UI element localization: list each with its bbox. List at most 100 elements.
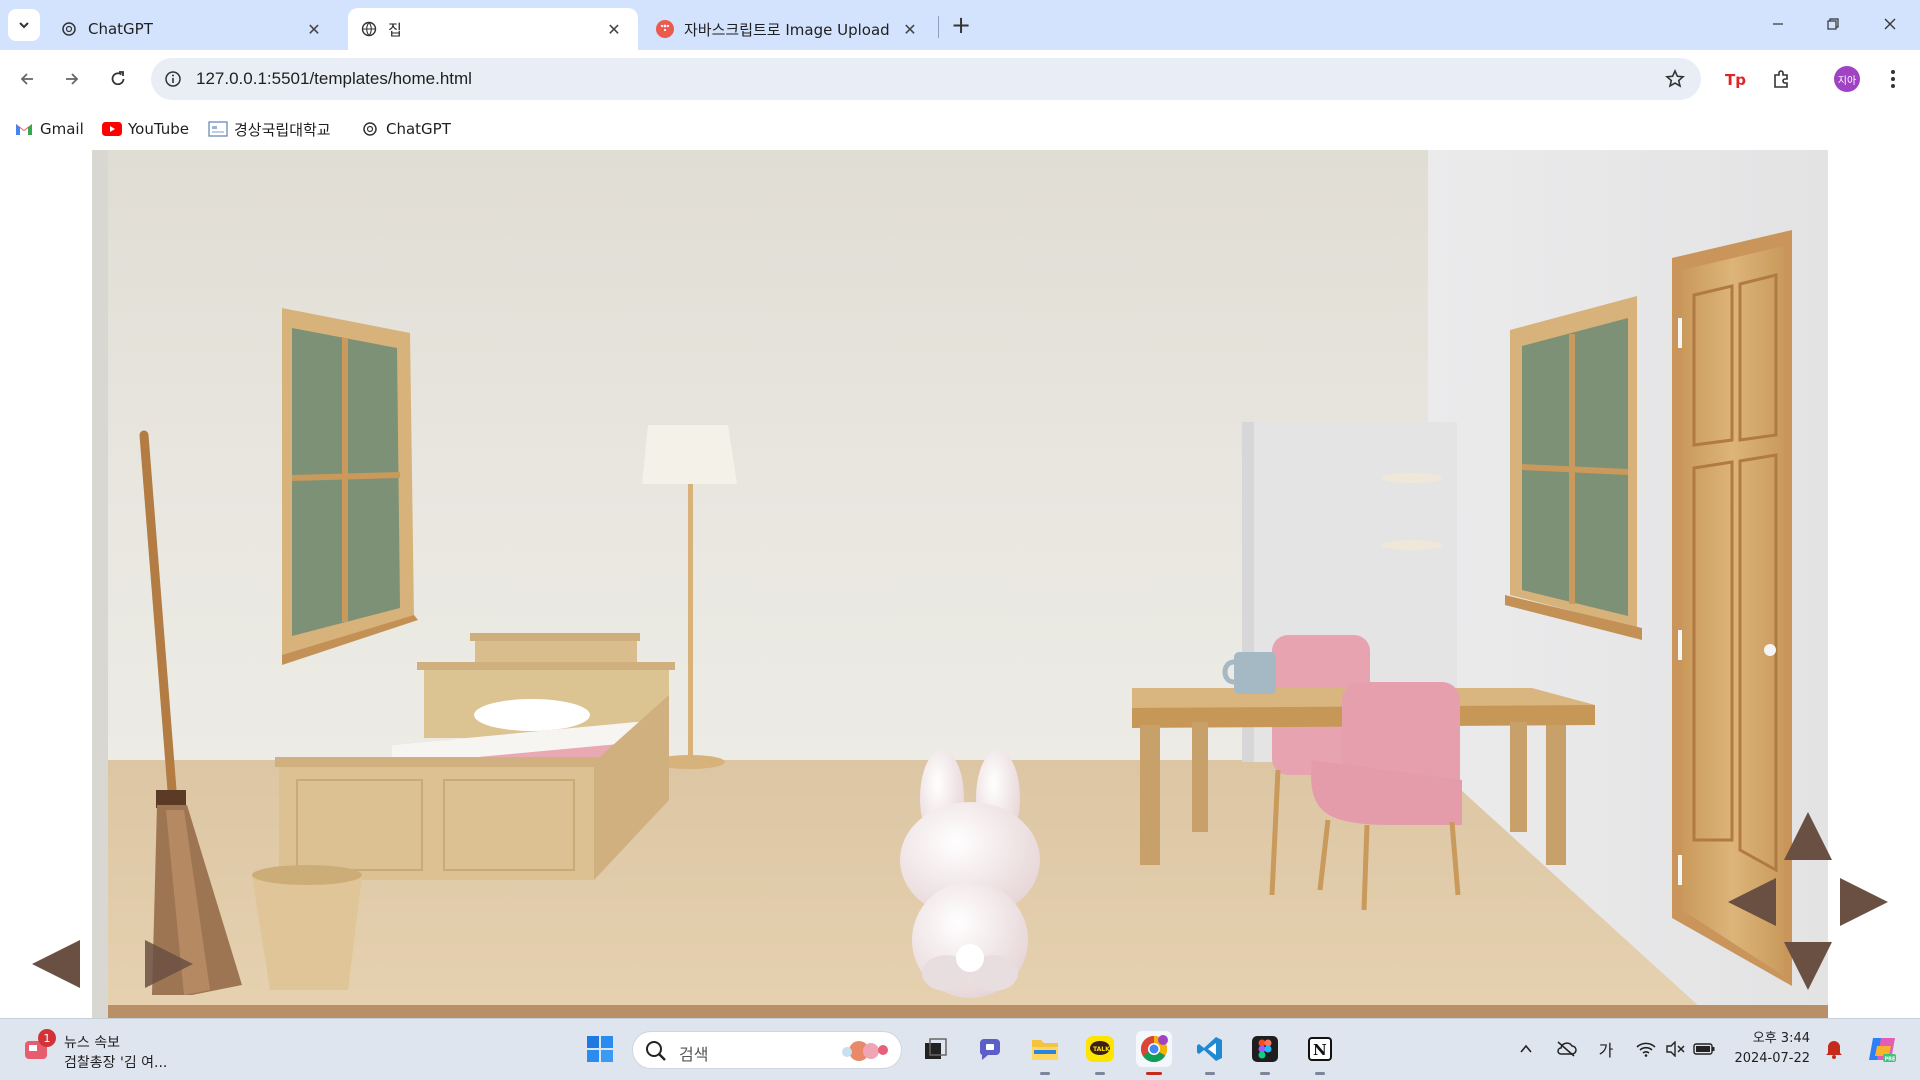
profile-button[interactable]: 지아 — [1832, 64, 1862, 94]
bookmark-label: 경상국립대학교 — [234, 120, 331, 139]
restore-icon — [1827, 18, 1839, 30]
tab-separator — [938, 16, 939, 38]
chevron-up-icon — [1520, 1044, 1532, 1053]
chrome-button[interactable] — [1136, 1031, 1172, 1075]
tab-title: 집 — [388, 20, 402, 39]
close-icon — [1884, 18, 1896, 30]
bookmark-label: Gmail — [40, 120, 84, 138]
copilot-icon: PRE — [1869, 1038, 1897, 1063]
taskbar-search[interactable]: 검색 — [632, 1031, 902, 1069]
wifi-button[interactable] — [1634, 1037, 1658, 1061]
file-explorer-icon — [1032, 1040, 1058, 1060]
windows-taskbar: 1 뉴스 속보 검찰총장 '김 여... 검색 TALK N 가 오후 3:44… — [0, 1018, 1920, 1080]
minimize-button[interactable] — [1758, 8, 1798, 40]
tab-chatgpt[interactable]: ChatGPT ✕ — [48, 8, 338, 50]
gmail-icon — [14, 120, 34, 138]
battery-button[interactable] — [1692, 1037, 1716, 1061]
bookmarks-bar: Gmail YouTube 경상국립대학교 ChatGPT — [0, 108, 1920, 150]
file-explorer-button[interactable] — [1027, 1031, 1063, 1075]
notion-icon: N — [1308, 1037, 1332, 1061]
svg-text:PRE: PRE — [1885, 1057, 1897, 1063]
search-highlight-icon — [842, 1041, 888, 1061]
arrow-right-bottom-button[interactable] — [143, 938, 195, 990]
arrow-left-bottom-button[interactable] — [30, 938, 82, 990]
teams-button[interactable] — [972, 1031, 1008, 1067]
close-icon[interactable]: ✕ — [604, 19, 624, 39]
news-subtitle: 검찰총장 '김 여... — [64, 1055, 168, 1071]
ime-indicator[interactable]: 가 — [1594, 1037, 1618, 1061]
volume-mute-icon — [1666, 1041, 1685, 1057]
kakaotalk-button[interactable]: TALK — [1082, 1031, 1118, 1075]
bookmark-university[interactable]: 경상국립대학교 — [208, 116, 331, 142]
forward-button[interactable] — [57, 64, 87, 94]
close-window-button[interactable] — [1870, 8, 1910, 40]
chrome-icon — [1140, 1035, 1168, 1063]
window-right — [1505, 296, 1642, 640]
tab-search-button[interactable] — [8, 9, 40, 41]
bookmark-youtube[interactable]: YouTube — [102, 116, 189, 142]
tistory-icon — [656, 20, 674, 38]
task-view-button[interactable] — [918, 1031, 954, 1067]
bookmark-gmail[interactable]: Gmail — [14, 116, 84, 142]
globe-icon — [360, 20, 378, 38]
extensions-icon[interactable] — [1766, 64, 1796, 94]
url-text[interactable]: 127.0.0.1:5501/templates/home.html — [196, 69, 472, 89]
browser-toolbar: 127.0.0.1:5501/templates/home.html Tp 지아 — [0, 50, 1920, 108]
tab-image-upload[interactable]: 자바스크립트로 Image Upload ✕ — [644, 8, 934, 50]
svg-text:N: N — [1313, 1041, 1327, 1059]
arrow-down-button[interactable] — [1782, 940, 1834, 992]
notifications-button[interactable] — [1822, 1037, 1846, 1061]
figma-button[interactable] — [1247, 1031, 1283, 1075]
minimize-icon — [1773, 23, 1783, 25]
address-bar[interactable]: 127.0.0.1:5501/templates/home.html — [151, 58, 1701, 100]
bell-icon — [1826, 1041, 1842, 1059]
windows-start-icon — [587, 1036, 613, 1062]
tab-home[interactable]: 집 ✕ — [348, 8, 638, 50]
svg-text:Tp: Tp — [1725, 71, 1746, 89]
new-tab-button[interactable]: + — [948, 11, 974, 39]
arrow-right-button[interactable] — [1838, 876, 1890, 928]
back-button[interactable] — [12, 64, 42, 94]
copilot-button[interactable]: PRE — [1866, 1033, 1898, 1065]
news-badge: 1 — [38, 1029, 56, 1047]
restore-button[interactable] — [1813, 8, 1853, 40]
reload-button[interactable] — [103, 64, 133, 94]
menu-button[interactable] — [1878, 64, 1908, 94]
bed — [275, 633, 675, 880]
bookmark-label: YouTube — [128, 120, 189, 138]
site-info-icon[interactable] — [161, 67, 185, 91]
svg-text:TALK: TALK — [1093, 1046, 1110, 1053]
clock-date: 2024-07-22 — [1734, 1051, 1810, 1066]
room-scene — [92, 150, 1828, 1018]
vscode-button[interactable] — [1192, 1031, 1228, 1075]
running-indicator — [1315, 1072, 1325, 1075]
trash-bin — [252, 865, 362, 990]
arrow-left-button[interactable] — [1726, 876, 1778, 928]
show-hidden-icons-button[interactable] — [1514, 1037, 1538, 1061]
running-indicator — [1146, 1072, 1162, 1075]
chatgpt-icon — [60, 20, 78, 38]
bookmark-chatgpt[interactable]: ChatGPT — [360, 116, 451, 142]
translate-extension-icon[interactable]: Tp — [1720, 64, 1750, 94]
tab-title: ChatGPT — [88, 20, 153, 38]
search-placeholder: 검색 — [679, 1045, 709, 1064]
wifi-icon — [1636, 1042, 1656, 1057]
start-button[interactable] — [582, 1031, 618, 1067]
volume-button[interactable] — [1663, 1037, 1687, 1061]
university-icon — [208, 120, 228, 138]
room-illustration — [108, 230, 1828, 1018]
news-widget[interactable]: 1 뉴스 속보 검찰총장 '김 여... — [20, 1027, 190, 1073]
clock[interactable]: 오후 3:44 2024-07-22 — [1726, 1029, 1810, 1069]
arrow-up-button[interactable] — [1782, 810, 1834, 862]
close-icon[interactable]: ✕ — [900, 19, 920, 39]
running-indicator — [1040, 1072, 1050, 1075]
figma-icon — [1252, 1036, 1278, 1062]
onedrive-button[interactable] — [1554, 1037, 1578, 1061]
notion-button[interactable]: N — [1302, 1031, 1338, 1075]
bookmark-star-icon[interactable] — [1663, 67, 1687, 91]
close-icon[interactable]: ✕ — [304, 19, 324, 39]
page-viewport — [0, 150, 1920, 1018]
chatgpt-icon — [360, 120, 380, 138]
news-title: 뉴스 속보 — [64, 1035, 120, 1051]
youtube-icon — [102, 120, 122, 138]
